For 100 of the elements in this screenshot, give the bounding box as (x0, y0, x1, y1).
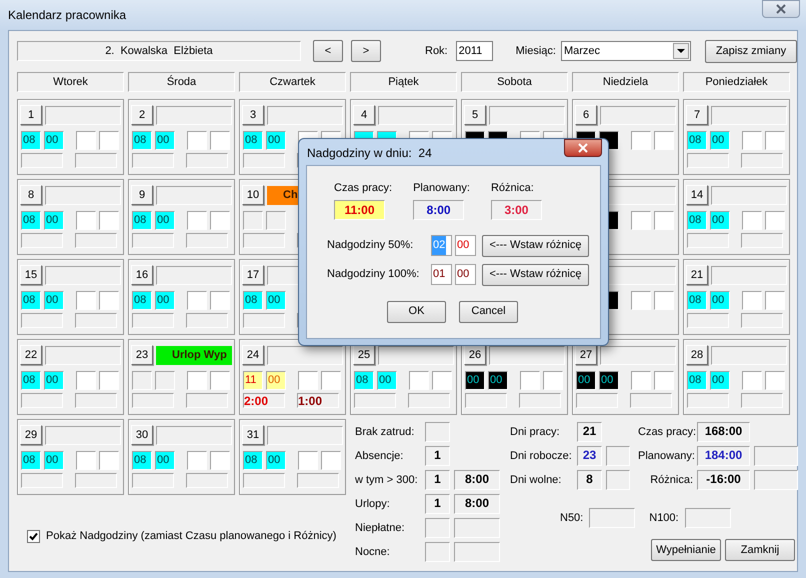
month-dropdown[interactable]: Marzec (560, 41, 691, 61)
note-field[interactable] (489, 106, 565, 124)
time-field[interactable]: 00 (266, 291, 286, 310)
day-button[interactable]: 25 (353, 345, 375, 365)
note-field[interactable] (156, 426, 232, 444)
insert-difference-button[interactable]: <--- Wstaw różnicę (482, 234, 589, 256)
time-field[interactable] (266, 211, 286, 230)
day-button[interactable]: 30 (131, 425, 153, 445)
time-field[interactable] (155, 371, 175, 390)
time-field[interactable]: 00 (710, 211, 730, 230)
time-field[interactable] (99, 291, 119, 310)
time-field[interactable] (243, 211, 263, 230)
time-field[interactable]: 00 (44, 451, 64, 470)
time-field[interactable] (187, 131, 207, 150)
time-field[interactable] (654, 371, 674, 390)
time-field[interactable]: 08 (21, 291, 41, 310)
action-button[interactable]: Zamknij (725, 539, 795, 561)
time-field[interactable] (76, 211, 96, 230)
time-field[interactable]: 08 (243, 131, 263, 150)
note-field[interactable] (489, 346, 565, 364)
time-field[interactable]: 00 (266, 131, 286, 150)
time-field[interactable] (543, 371, 563, 390)
note-field[interactable] (156, 266, 232, 284)
note-field[interactable] (378, 106, 454, 124)
time-field[interactable]: 08 (243, 451, 263, 470)
day-button[interactable]: 28 (686, 345, 708, 365)
time-field[interactable]: 00 (599, 371, 619, 390)
note-field[interactable] (156, 186, 232, 204)
note-field[interactable] (45, 346, 121, 364)
day-button[interactable]: 7 (686, 105, 708, 125)
day-button[interactable]: 15 (20, 265, 42, 285)
note-field[interactable] (600, 346, 676, 364)
time-field[interactable]: 08 (21, 451, 41, 470)
time-field[interactable]: 00 (710, 131, 730, 150)
time-field[interactable] (765, 211, 785, 230)
time-field[interactable]: 00 (488, 371, 508, 390)
save-button[interactable]: Zapisz zmiany (704, 40, 797, 62)
time-field[interactable]: 00 (266, 451, 286, 470)
day-button[interactable]: 21 (686, 265, 708, 285)
time-field[interactable]: 08 (132, 211, 152, 230)
time-field[interactable] (321, 371, 341, 390)
time-field[interactable]: 08 (687, 211, 707, 230)
note-field[interactable] (378, 346, 454, 364)
time-field[interactable]: 00 (155, 211, 175, 230)
day-button[interactable]: 14 (686, 185, 708, 205)
time-field[interactable] (765, 291, 785, 310)
day-button[interactable]: 8 (20, 185, 42, 205)
next-button[interactable]: > (351, 40, 381, 62)
hours-field[interactable]: 01 (431, 264, 452, 285)
time-field[interactable]: 08 (132, 131, 152, 150)
time-field[interactable]: 00 (44, 291, 64, 310)
note-field[interactable] (156, 106, 232, 124)
time-field[interactable] (654, 291, 674, 310)
note-field[interactable] (711, 106, 787, 124)
time-field[interactable] (76, 451, 96, 470)
time-field[interactable] (99, 131, 119, 150)
note-field[interactable] (711, 186, 787, 204)
note-field[interactable] (45, 186, 121, 204)
time-field[interactable] (298, 451, 318, 470)
time-field[interactable]: 08 (687, 291, 707, 310)
time-field[interactable] (520, 371, 540, 390)
day-button[interactable]: 17 (242, 265, 264, 285)
time-field[interactable]: 08 (21, 131, 41, 150)
time-field[interactable]: 08 (21, 211, 41, 230)
time-field[interactable]: 00 (44, 371, 64, 390)
note-field[interactable] (45, 106, 121, 124)
day-button[interactable]: 3 (242, 105, 264, 125)
time-field[interactable]: 08 (687, 131, 707, 150)
time-field[interactable] (99, 371, 119, 390)
time-field[interactable] (76, 131, 96, 150)
checkbox[interactable] (27, 530, 40, 543)
minutes-field[interactable]: 00 (455, 264, 476, 285)
day-button[interactable]: 29 (20, 425, 42, 445)
note-field[interactable] (267, 426, 343, 444)
year-field[interactable]: 2011 (456, 41, 493, 61)
day-button[interactable]: 16 (131, 265, 153, 285)
day-button[interactable]: 23 (131, 345, 153, 365)
insert-difference-button[interactable]: <--- Wstaw różnicę (482, 264, 589, 286)
time-field[interactable] (765, 131, 785, 150)
time-field[interactable] (210, 451, 230, 470)
time-field[interactable] (187, 451, 207, 470)
time-field[interactable] (187, 291, 207, 310)
time-field[interactable]: 00 (44, 131, 64, 150)
day-button[interactable]: 31 (242, 425, 264, 445)
time-field[interactable]: 00 (710, 291, 730, 310)
time-field[interactable] (210, 371, 230, 390)
minutes-field[interactable]: 00 (455, 235, 476, 256)
time-field[interactable] (76, 291, 96, 310)
time-field[interactable]: 08 (21, 371, 41, 390)
time-field[interactable]: 00 (710, 371, 730, 390)
time-field[interactable]: 08 (132, 291, 152, 310)
time-field[interactable] (210, 291, 230, 310)
previous-button[interactable]: < (313, 40, 343, 62)
time-field[interactable] (210, 211, 230, 230)
note-field[interactable] (711, 346, 787, 364)
time-field[interactable] (742, 211, 762, 230)
time-field[interactable] (631, 131, 651, 150)
close-button[interactable] (564, 139, 602, 157)
note-field[interactable] (267, 106, 343, 124)
time-field[interactable] (187, 371, 207, 390)
